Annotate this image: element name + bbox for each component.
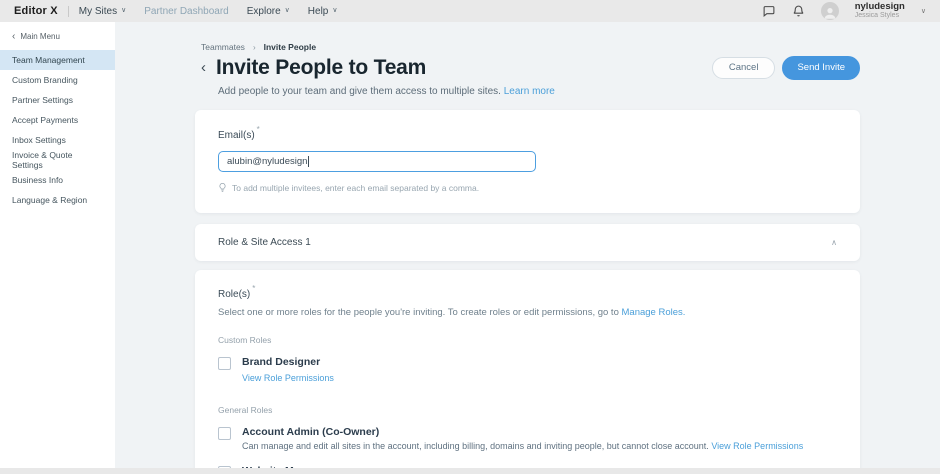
feedback-chat-icon[interactable] (762, 5, 776, 18)
chevron-down-icon: ∨ (121, 6, 126, 14)
editor-x-logo[interactable]: Editor X (14, 5, 58, 17)
page-subtitle-text: Add people to your team and give them ac… (218, 86, 501, 97)
general-roles-group-title: General Roles (218, 405, 837, 415)
cancel-button[interactable]: Cancel (712, 57, 776, 79)
learn-more-link[interactable]: Learn more (504, 86, 555, 97)
menu-help[interactable]: Help ∨ (308, 6, 338, 17)
sidebar-item-invoice-quote-settings[interactable]: Invoice & Quote Settings (0, 150, 115, 170)
text-caret (308, 156, 309, 167)
chevron-up-icon[interactable]: ∧ (831, 238, 837, 247)
emails-label: Email(s) (218, 130, 255, 141)
role-name: Account Admin (Co-Owner) (242, 426, 803, 438)
breadcrumb: Teammates › Invite People (201, 42, 316, 52)
app-window: Editor X My Sites ∨ Partner Dashboard Ex… (0, 0, 940, 474)
notifications-bell-icon[interactable] (792, 4, 805, 18)
send-invite-button[interactable]: Send Invite (782, 56, 860, 80)
view-role-permissions-link[interactable]: View Role Permissions (711, 441, 803, 451)
role-row-account-admin: Account Admin (Co-Owner) Can manage and … (218, 426, 837, 451)
role-name: Brand Designer (242, 356, 334, 368)
custom-roles-group-title: Custom Roles (218, 335, 837, 345)
sidebar-item-inbox-settings[interactable]: Inbox Settings (0, 130, 115, 150)
view-role-permissions-link[interactable]: View Role Permissions (242, 373, 334, 383)
topbar-divider (68, 6, 69, 17)
page-subtitle: Add people to your team and give them ac… (218, 86, 555, 97)
back-chevron-icon[interactable]: ‹ (201, 61, 206, 75)
role-description-text: Can manage and edit all sites in the acc… (242, 441, 709, 451)
account-user: Jessica Styles (855, 12, 905, 19)
menu-my-sites[interactable]: My Sites ∨ (79, 6, 126, 17)
avatar[interactable] (821, 2, 839, 20)
chevron-down-icon: ∨ (332, 6, 337, 14)
manage-roles-link[interactable]: Manage Roles. (622, 307, 686, 318)
menu-help-label: Help (308, 6, 329, 17)
window-bottom-edge (0, 468, 940, 474)
sidebar-back-main-menu[interactable]: ‹ Main Menu (0, 22, 115, 50)
settings-sidebar: ‹ Main Menu Team Management Custom Brand… (0, 22, 115, 474)
menu-partner-dashboard[interactable]: Partner Dashboard (144, 6, 229, 17)
menu-explore-label: Explore (247, 6, 281, 17)
menu-partner-dashboard-label: Partner Dashboard (144, 6, 229, 17)
sidebar-back-label: Main Menu (20, 32, 60, 41)
page-title: Invite People to Team (216, 56, 426, 80)
email-hint-text: To add multiple invitees, enter each ema… (232, 183, 479, 193)
roles-description: Select one or more roles for the people … (218, 307, 837, 318)
account-admin-checkbox[interactable] (218, 427, 231, 440)
emails-input-value: alubin@nyludesign (227, 156, 307, 167)
account-name: nyludesign (855, 2, 905, 12)
lightbulb-icon (218, 182, 227, 193)
role-description: Can manage and edit all sites in the acc… (242, 441, 803, 451)
sidebar-item-accept-payments[interactable]: Accept Payments (0, 110, 115, 130)
account-menu[interactable]: nyludesign Jessica Styles (855, 2, 905, 19)
brand-designer-checkbox[interactable] (218, 357, 231, 370)
role-site-access-title: Role & Site Access 1 (218, 237, 311, 248)
breadcrumb-invite-people: Invite People (264, 42, 316, 52)
sidebar-item-team-management[interactable]: Team Management (0, 50, 115, 70)
emails-input[interactable]: alubin@nyludesign (218, 151, 536, 172)
top-bar: Editor X My Sites ∨ Partner Dashboard Ex… (0, 0, 940, 22)
required-asterisk: * (257, 125, 260, 134)
back-chevron-icon: ‹ (12, 33, 15, 41)
required-asterisk: * (252, 284, 255, 293)
sidebar-item-business-info[interactable]: Business Info (0, 170, 115, 190)
breadcrumb-teammates[interactable]: Teammates (201, 42, 245, 52)
email-card: Email(s)* alubin@nyludesign To add multi… (195, 110, 860, 213)
role-site-access-header[interactable]: Role & Site Access 1 ∧ (195, 224, 860, 261)
role-row-brand-designer: Brand Designer View Role Permissions (218, 356, 837, 386)
sidebar-item-partner-settings[interactable]: Partner Settings (0, 90, 115, 110)
main-content: Teammates › Invite People ‹ Invite Peopl… (115, 22, 940, 474)
email-hint: To add multiple invitees, enter each ema… (218, 182, 837, 193)
menu-my-sites-label: My Sites (79, 6, 117, 17)
sidebar-item-language-region[interactable]: Language & Region (0, 190, 115, 210)
roles-description-text: Select one or more roles for the people … (218, 307, 619, 318)
chevron-down-icon: ∨ (285, 6, 290, 14)
roles-label: Role(s) (218, 289, 250, 300)
chevron-down-icon[interactable]: ∨ (921, 7, 926, 15)
menu-explore[interactable]: Explore ∨ (247, 6, 290, 17)
breadcrumb-chevron-icon: › (253, 43, 256, 52)
sidebar-item-custom-branding[interactable]: Custom Branding (0, 70, 115, 90)
roles-card: Role(s)* Select one or more roles for th… (195, 270, 860, 474)
